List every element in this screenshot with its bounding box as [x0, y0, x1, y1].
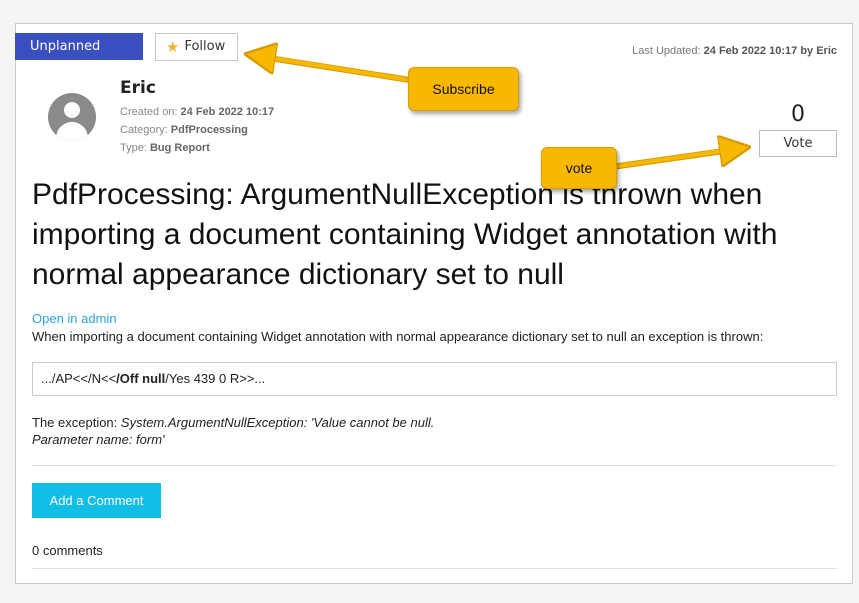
created-value: 24 Feb 2022 10:17: [180, 106, 275, 118]
description: When importing a document containing Wid…: [32, 329, 764, 344]
created-label: Created on:: [120, 106, 178, 118]
last-updated-by: by Eric: [800, 45, 837, 57]
exception-line-2: Parameter name: form': [32, 432, 165, 447]
exception-text: The exception: System.ArgumentNullExcept…: [32, 414, 434, 448]
status-badge: Unplanned: [15, 33, 143, 60]
add-comment-button[interactable]: Add a Comment: [32, 483, 161, 518]
last-updated-date: 24 Feb 2022 10:17: [703, 45, 798, 57]
divider: [32, 465, 837, 466]
category: Category: PdfProcessing: [120, 124, 248, 136]
type: Type: Bug Report: [120, 142, 210, 154]
open-in-admin-link[interactable]: Open in admin: [32, 311, 117, 326]
vote-count: 0: [791, 102, 805, 127]
author-name: Eric: [120, 78, 156, 98]
last-updated-label: Last Updated:: [632, 45, 701, 57]
divider-bottom: [32, 568, 837, 569]
code-prefix: .../AP<</N<<: [41, 371, 117, 386]
code-bold: /Off null: [116, 371, 166, 386]
user-avatar-icon: [48, 93, 96, 141]
follow-label: Follow: [184, 39, 226, 54]
vote-callout: vote: [541, 147, 617, 189]
star-icon: ★: [166, 37, 180, 56]
exception-line-1: System.ArgumentNullException: 'Value can…: [120, 415, 435, 430]
created-on: Created on: 24 Feb 2022 10:17: [120, 106, 274, 118]
code-suffix: /Yes 439 0 R>>...: [165, 371, 266, 386]
code-snippet: .../AP<</N<</Off null/Yes 439 0 R>>...: [32, 362, 837, 396]
type-value: Bug Report: [149, 142, 210, 154]
category-label: Category:: [120, 124, 168, 136]
category-value[interactable]: PdfProcessing: [171, 124, 248, 136]
page-title: PdfProcessing: ArgumentNullException is …: [32, 178, 778, 291]
last-updated: Last Updated: 24 Feb 2022 10:17 by Eric: [632, 45, 837, 57]
type-label: Type:: [120, 142, 147, 154]
follow-button[interactable]: ★ Follow: [155, 33, 238, 61]
subscribe-callout: Subscribe: [408, 67, 519, 111]
exception-label: The exception:: [32, 415, 118, 430]
comments-count: 0 comments: [32, 543, 103, 558]
vote-button[interactable]: Vote: [759, 130, 837, 157]
